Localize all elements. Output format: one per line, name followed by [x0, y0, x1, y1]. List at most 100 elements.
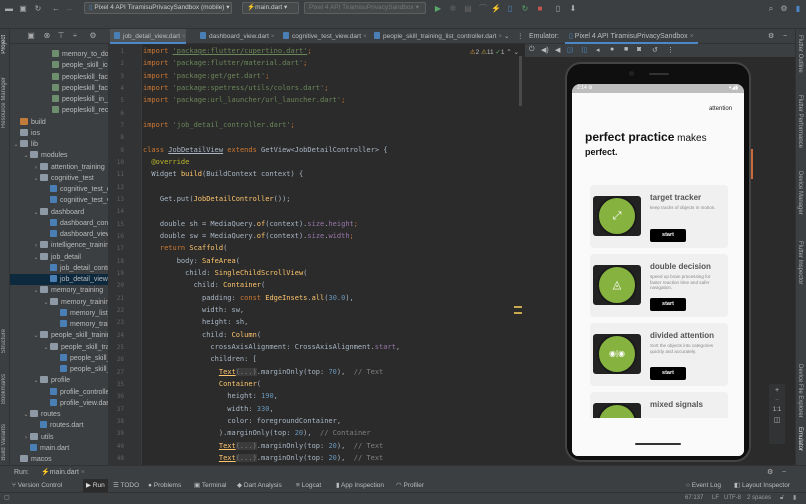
code-line[interactable]: width: sw, — [143, 304, 244, 316]
tree-item[interactable]: › attention_training — [10, 162, 108, 173]
settings-icon[interactable]: ⚙ — [779, 4, 789, 14]
attach-icon[interactable]: ▤ — [463, 4, 473, 14]
profile-icon[interactable]: ⌒ — [478, 4, 488, 14]
emulator-device-tab[interactable]: ▯ Pixel 4 API TiramisuPrivacySandbox × — [565, 29, 698, 44]
zoom-actual-size-button[interactable]: 1:1 — [769, 407, 785, 413]
code-editor[interactable]: 1 2 3 4 5 6 7 8 9 10 11 12 13 14 15 16 17 18 19 20 21 22 23 24 2… — [108, 44, 525, 465]
tree-item[interactable]: dashboard_view.d — [10, 229, 108, 240]
code-line[interactable]: color: foregroundContainer, — [143, 415, 341, 427]
tool-window-emulator[interactable]: Emulator — [797, 427, 803, 451]
tool-window-flutter-inspector[interactable]: Flutter Inspector — [797, 241, 803, 284]
zoom-out-button[interactable]: − — [769, 397, 785, 404]
file-encoding[interactable]: UTF-8 — [724, 493, 741, 504]
tool-tab-terminal[interactable]: ▣ Terminal — [194, 479, 226, 492]
inspection-widget[interactable]: ⚠2 ⚠11 ✓1 ⌃ ⌄ — [470, 48, 519, 56]
tool-tab-event-log[interactable]: ○ Event Log — [686, 479, 721, 492]
tree-item[interactable]: › utils — [10, 432, 108, 443]
tool-window-structure[interactable]: Structure — [1, 329, 7, 353]
tool-window-resource-manager[interactable]: Resource Manager — [1, 77, 7, 128]
tree-item[interactable]: main.dart — [10, 443, 108, 454]
app-screen[interactable]: 2:14 ⚙ ▾◢▮ attention perfect practice ma… — [572, 84, 744, 456]
tree-item[interactable]: routes.dart — [10, 420, 108, 431]
zoom-in-button[interactable]: + — [769, 387, 785, 394]
memory-indicator-icon[interactable]: ▮ — [793, 493, 796, 504]
tool-windows-toggle-icon[interactable]: ▢ — [4, 493, 10, 504]
prev-highlight-icon[interactable]: ⌃ — [506, 49, 511, 56]
tool-window-device-manager[interactable]: Device Manager — [797, 171, 803, 215]
tool-tab-logcat[interactable]: ≡ Logcat — [296, 479, 321, 492]
tree-item[interactable]: memory_to_do_list_t — [10, 49, 108, 60]
tree-item[interactable]: peopleskill_face_fact — [10, 72, 108, 83]
tool-window-flutter-performance[interactable]: Flutter Performance — [797, 95, 803, 148]
code-line[interactable]: padding: const EdgeInsets.all(30.0), — [143, 292, 354, 304]
code-line[interactable]: import 'job_detail_controller.dart'; — [143, 119, 295, 131]
warning-marker[interactable] — [514, 312, 522, 314]
volume-down-icon[interactable]: ◀ — [555, 46, 560, 54]
device-manager-icon[interactable]: ▯ — [553, 4, 563, 14]
code-line[interactable]: height: 190, — [143, 390, 278, 402]
tool-window-build-variants[interactable]: Build Variants — [1, 424, 7, 461]
zoom-fit-icon[interactable]: ◫ — [769, 416, 785, 424]
editor-scrollbar[interactable] — [519, 56, 522, 106]
attention-link[interactable]: attention — [709, 106, 732, 112]
tree-item[interactable]: cognitive_test_vie — [10, 195, 108, 206]
account-icon[interactable]: ▮ — [793, 4, 803, 14]
code-line[interactable]: import 'package:flutter/cupertino.dart'; — [143, 45, 312, 57]
tool-window-bookmarks[interactable]: Bookmarks — [1, 374, 7, 404]
minimize-icon[interactable]: − — [783, 29, 787, 44]
home-gesture-pill[interactable] — [635, 443, 681, 445]
tree-item[interactable]: memory_list_v — [10, 308, 108, 319]
tree-item[interactable]: peopleskill_recognitio — [10, 105, 108, 116]
tree-item[interactable]: cognitive_test_co — [10, 184, 108, 195]
code-line[interactable]: crossAxisAlignment: CrossAxisAlignment.s… — [143, 341, 400, 353]
sync-icon[interactable]: ↻ — [33, 4, 43, 14]
tree-item[interactable]: › intelligence_training — [10, 240, 108, 251]
code-line[interactable]: child: SingleChildScrollView( — [143, 267, 307, 279]
tree-item[interactable]: job_detail_control — [10, 263, 108, 274]
tree-item[interactable]: ⌄ routes — [10, 409, 108, 420]
tool-tab-layout-inspector[interactable]: ◧ Layout Inspector — [734, 479, 790, 492]
open-folder-icon[interactable]: ▬ — [4, 4, 14, 14]
tool-window-device-file-explorer[interactable]: Device File Explorer — [797, 364, 803, 418]
tree-item[interactable]: dashboard_contro — [10, 218, 108, 229]
options-gear-icon[interactable]: ⚙ — [88, 31, 98, 41]
tree-item[interactable]: ⌄ lib — [10, 139, 108, 150]
screenshot-icon[interactable]: ◙ — [637, 46, 641, 53]
tree-item[interactable]: profile_view.dart — [10, 398, 108, 409]
debug-icon[interactable]: ✲ — [448, 4, 458, 14]
tool-window-flutter-outline[interactable]: Flutter Outline — [797, 35, 803, 73]
code-line[interactable]: double sh = MediaQuery.of(context).size.… — [143, 218, 358, 230]
target-icon[interactable]: ⊗ — [42, 31, 52, 41]
code-line[interactable]: import 'package:spetress/utils/colors.da… — [143, 82, 328, 94]
collapse-icon[interactable]: ÷ — [70, 31, 80, 41]
code-line[interactable]: import 'package:flutter/material.dart'; — [143, 57, 307, 69]
tree-item[interactable]: ⌄ memory_training — [10, 285, 108, 296]
volume-up-icon[interactable]: ◀) — [541, 46, 549, 54]
close-tab-icon[interactable]: × — [690, 33, 694, 40]
code-line[interactable]: class JobDetailView extends GetView<JobD… — [143, 144, 387, 156]
back-icon[interactable]: ← — [51, 4, 61, 14]
close-tab-icon[interactable]: × — [180, 33, 186, 40]
tree-item[interactable]: people_skill_tr — [10, 364, 108, 375]
search-icon[interactable]: ⌕ — [766, 4, 776, 14]
code-line[interactable]: height: sh, — [143, 316, 248, 328]
tree-item[interactable]: people_skill_tr — [10, 353, 108, 364]
tree-item[interactable]: peopleskill_in_the_k — [10, 94, 108, 105]
tool-tab-todo[interactable]: ☰ TODO — [113, 479, 139, 492]
save-icon[interactable]: ▣ — [18, 4, 28, 14]
tool-tab-problems[interactable]: ● Problems — [148, 479, 181, 492]
code-line[interactable]: @override — [143, 156, 189, 168]
code-line[interactable]: width: 330, — [143, 403, 273, 415]
editor-tab[interactable]: dashboard_view.dart × — [196, 29, 275, 44]
code-line[interactable]: children: [ — [143, 353, 256, 365]
tool-tab-dart-analysis[interactable]: ◆ Dart Analysis — [237, 479, 282, 492]
next-highlight-icon[interactable]: ⌄ — [514, 49, 519, 56]
overview-button-icon[interactable]: ■ — [624, 46, 628, 53]
device-selector[interactable]: ▯ Pixel 4 API TiramisuPrivacySandbox (mo… — [84, 2, 232, 14]
tree-item[interactable]: ⌄ cognitive_test — [10, 173, 108, 184]
tab-more-icon[interactable]: ⋮ — [513, 29, 524, 44]
rotate-right-icon[interactable]: ⟨▯ — [581, 46, 588, 54]
code-line[interactable]: child: Container( — [143, 279, 266, 291]
run-settings-icon[interactable]: ⚙ — [767, 466, 773, 479]
tree-item[interactable]: ⌄memory_training_ — [10, 297, 108, 308]
